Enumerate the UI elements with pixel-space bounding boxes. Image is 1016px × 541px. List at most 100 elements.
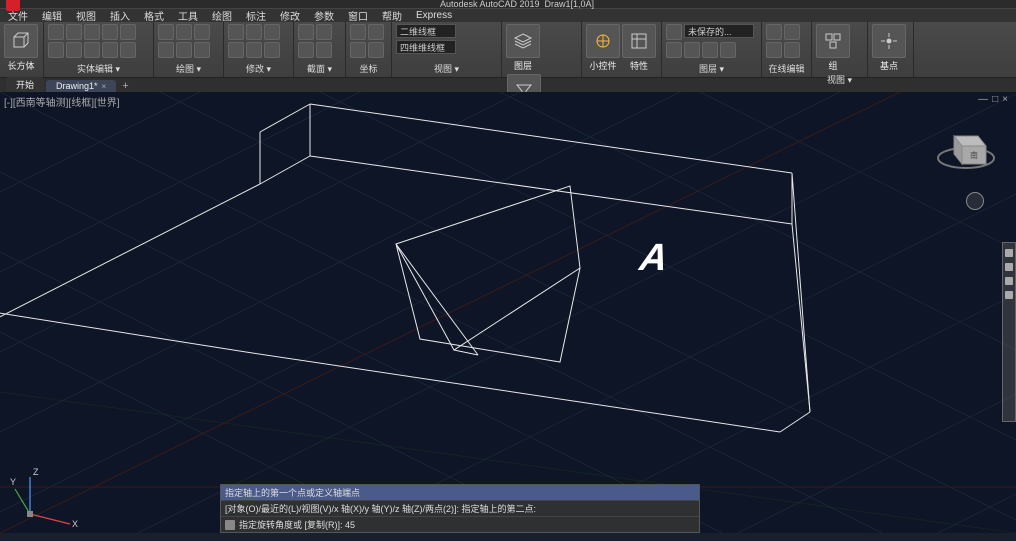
command-history-line-1: 指定轴上的第一个点或定义轴端点 [221,485,699,501]
menu-draw[interactable]: 绘图 [210,8,234,23]
box-label: 长方体 [7,59,34,72]
mirror-button[interactable] [228,42,244,58]
base-button[interactable] [872,24,906,58]
layer-lock-button[interactable] [720,42,736,58]
ucs-face-button[interactable] [368,42,384,58]
match-button[interactable] [766,42,782,58]
section-jog-button[interactable] [298,42,314,58]
nav-pan-button[interactable] [1005,249,1013,257]
tab-drawing1[interactable]: Drawing1* × [46,80,116,92]
viewcube[interactable]: 南 [934,116,998,180]
dim-button[interactable] [784,42,800,58]
layer-state-button[interactable] [666,24,682,40]
command-line[interactable]: 指定轴上的第一个点或定义轴端点 [对象(O)/最近的(L)/视图(V)/x 轴(… [220,484,700,533]
panel-draw: 绘图 ▾ [154,22,224,77]
menu-dim[interactable]: 标注 [244,8,268,23]
tab-start[interactable]: 开始 [6,77,44,92]
panel-group: 组 视图 ▾ [812,22,868,77]
presspull-button[interactable] [66,24,82,40]
command-history-line-2: [对象(O)/最近的(L)/视图(V)/x 轴(X)/y 轴(Y)/z 轴(Z)… [221,501,699,517]
menu-view[interactable]: 视图 [74,8,98,23]
rectangle-button[interactable] [176,42,192,58]
menu-express[interactable]: Express [414,10,454,21]
tab-add-button[interactable]: + [118,80,132,92]
copy-button[interactable] [246,24,262,40]
spline-button[interactable] [194,42,210,58]
panel-modify: 修改 ▾ [224,22,294,77]
visual-style-select-2[interactable]: 四维维线框 [396,40,456,54]
menu-bar: 文件 编辑 视图 插入 格式 工具 绘图 标注 修改 参数 窗口 帮助 Expr… [0,8,1016,22]
subtract-button[interactable] [66,42,82,58]
slice-button[interactable] [102,42,118,58]
nav-wheel-icon[interactable] [966,192,984,210]
panel-layer-state: 未保存的... 图层 ▾ [662,22,762,77]
live-section-button[interactable] [316,24,332,40]
layer-label: 图层 [514,59,532,72]
panel-view: 二维线框 四维维线框 视图 ▾ [392,22,502,77]
model-viewport[interactable]: [-][西南等轴测][线框][世界] — □ × 南 [0,92,1016,533]
command-input[interactable]: 指定旋转角度或 [复制(R)]: 45 [239,518,355,531]
drawing-canvas [0,92,1016,533]
section-plane-button[interactable] [298,24,314,40]
circle-button[interactable] [194,24,210,40]
ribbon: 长方体 实体编辑 ▾ 绘图 ▾ [0,22,1016,78]
visual-style-select[interactable]: 二维线框 [396,24,456,38]
viewport-close-button[interactable]: × [1002,94,1008,105]
intersect-button[interactable] [84,42,100,58]
revolve-button[interactable] [84,24,100,40]
extrude-button[interactable] [48,24,64,40]
flatshot-button[interactable] [316,42,332,58]
ucs-prev-button[interactable] [350,42,366,58]
nav-orbit-button[interactable] [1005,277,1013,285]
box-button[interactable] [4,24,38,58]
menu-modify[interactable]: 修改 [278,8,302,23]
menu-window[interactable]: 窗口 [346,8,370,23]
window-title: Autodesk AutoCAD 2019 Draw1[1,0A] [24,0,1010,9]
close-icon[interactable]: × [102,82,107,91]
ucs-world-button[interactable] [368,24,384,40]
move-button[interactable] [228,24,244,40]
properties-label: 特性 [630,59,648,72]
polyline-button[interactable] [176,24,192,40]
layer-select[interactable]: 未保存的... [684,24,754,38]
layer-freeze-button[interactable] [702,42,718,58]
menu-insert[interactable]: 插入 [108,8,132,23]
nav-zoom-button[interactable] [1005,263,1013,271]
ucs-icon[interactable]: X Y Z [10,459,80,529]
navigation-bar [1002,242,1016,422]
tab-drawing1-label: Drawing1* [56,81,98,91]
base-label: 基点 [880,59,898,72]
paste-button[interactable] [784,24,800,40]
viewport-min-button[interactable]: — [978,94,988,105]
viewport-max-button[interactable]: □ [992,94,998,105]
line-button[interactable] [158,24,174,40]
erase-button[interactable] [264,42,280,58]
viewport-label[interactable]: [-][西南等轴测][线框][世界] [4,94,120,109]
layer-iso-button[interactable] [666,42,682,58]
panel-coords-label: 坐标 [350,61,387,75]
layer-off-button[interactable] [684,42,700,58]
arc-button[interactable] [158,42,174,58]
thicken-button[interactable] [120,42,136,58]
menu-help[interactable]: 帮助 [380,8,404,23]
menu-param[interactable]: 参数 [312,8,336,23]
gizmo-button[interactable] [586,24,620,58]
viewport-window-controls: — □ × [978,94,1008,105]
sweep-button[interactable] [102,24,118,40]
panel-gizmo: 小控件 特性 [582,22,662,77]
measure-button[interactable] [766,24,782,40]
ucs-button[interactable] [350,24,366,40]
panel-layer-state-label: 图层 ▾ [666,61,757,75]
menu-tools[interactable]: 工具 [176,8,200,23]
tab-start-label: 开始 [16,78,34,91]
union-button[interactable] [48,42,64,58]
loft-button[interactable] [120,24,136,40]
group-button[interactable] [816,24,850,58]
rotate-button[interactable] [264,24,280,40]
properties-button[interactable] [622,24,656,58]
menu-edit[interactable]: 编辑 [40,8,64,23]
menu-format[interactable]: 格式 [142,8,166,23]
nav-showmotion-button[interactable] [1005,291,1013,299]
scale-button[interactable] [246,42,262,58]
layer-button[interactable] [506,24,540,58]
